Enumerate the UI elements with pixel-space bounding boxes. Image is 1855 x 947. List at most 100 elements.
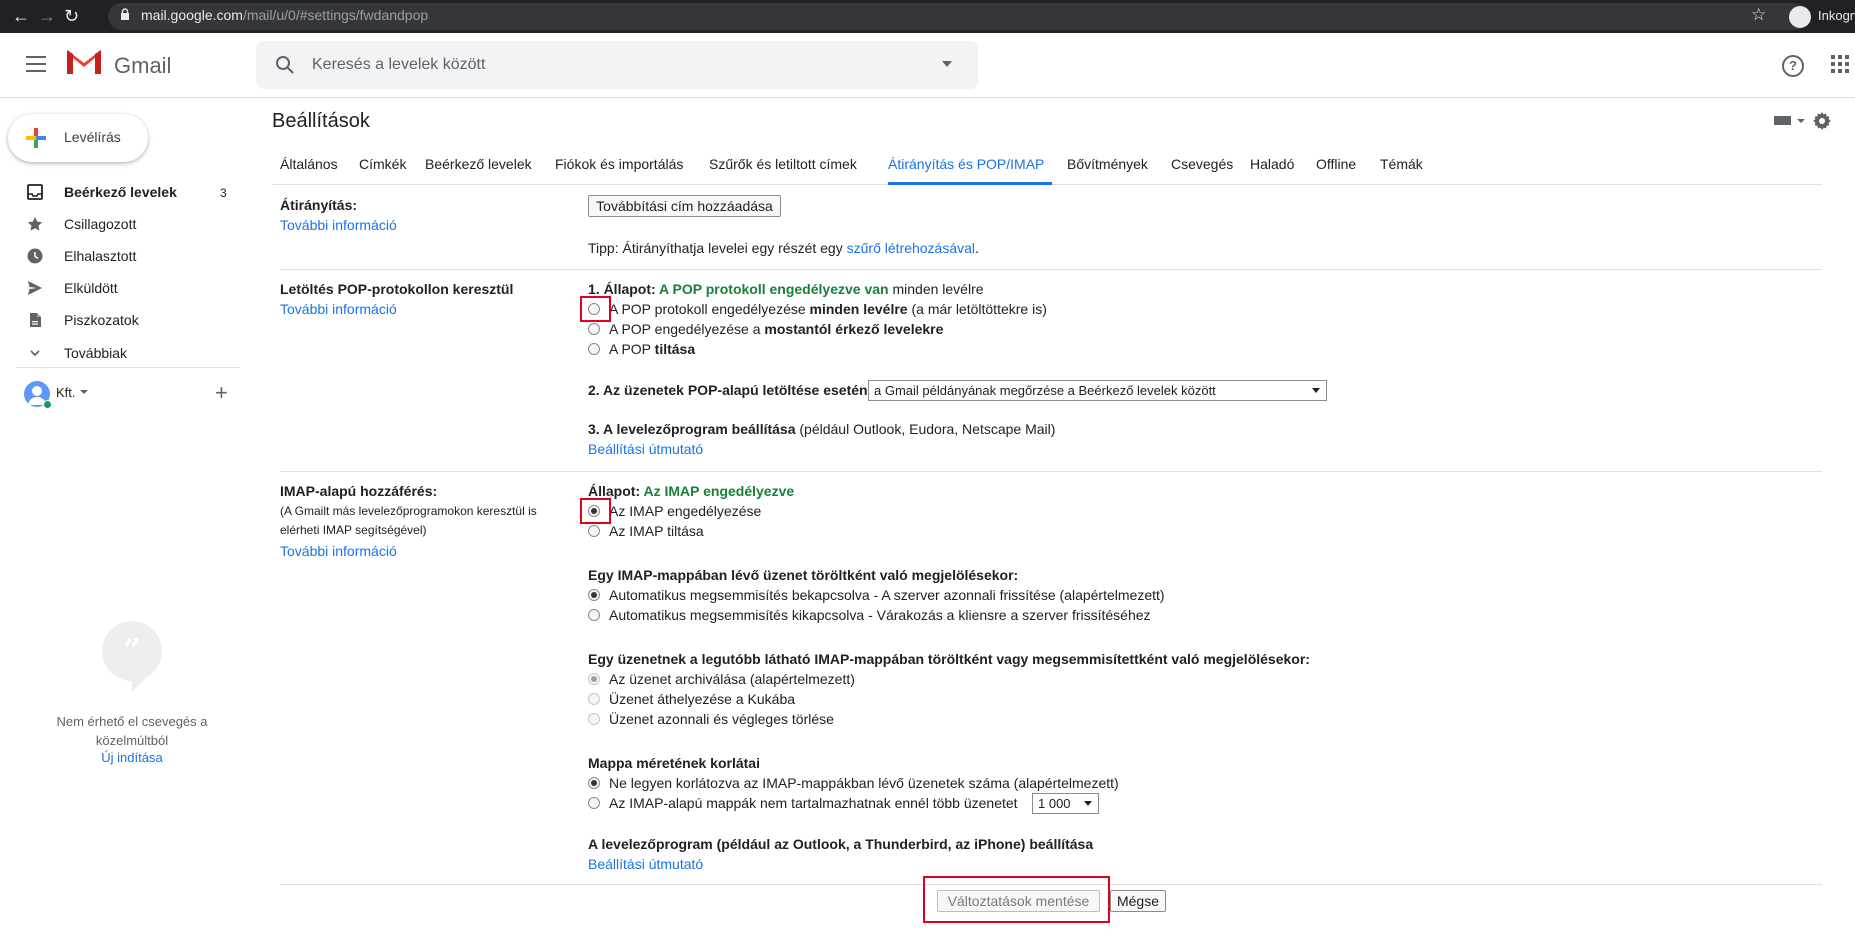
main-menu-icon[interactable] — [26, 56, 46, 72]
imap-description-line2: elérheti IMAP segítségével) — [280, 523, 427, 537]
imap-description-line1: (A Gmailt más levelezőprogramokon keresz… — [280, 504, 537, 518]
sidebar-item-label: Elküldött — [64, 280, 118, 296]
incognito-icon[interactable] — [1789, 6, 1811, 28]
active-tab-indicator — [888, 182, 1052, 185]
no-folder-limit-radio[interactable] — [588, 777, 600, 789]
pop-client-suffix: (például Outlook, Eudora, Netscape Mail) — [795, 421, 1056, 437]
gear-icon[interactable] — [1812, 111, 1832, 131]
back-icon[interactable]: ← — [12, 6, 30, 27]
input-tools-caret-icon[interactable] — [1797, 119, 1805, 123]
pop-status-suffix: minden levélre — [888, 281, 984, 297]
hangouts-user-name[interactable]: Kft. — [56, 385, 76, 400]
add-contact-icon[interactable]: + — [215, 380, 228, 406]
archive-message-label[interactable]: Az üzenet archiválása (alapértelmezett) — [609, 671, 855, 687]
bookmark-star-icon[interactable]: ☆ — [1751, 5, 1766, 25]
tip-suffix: . — [975, 240, 979, 256]
auto-expunge-on-radio[interactable] — [588, 589, 600, 601]
keyboard-icon[interactable] — [1774, 116, 1791, 125]
imap-config-instructions-link[interactable]: Beállítási útmutató — [588, 856, 703, 872]
pop-client-label: 3. A levelezőprogram beállítása — [588, 421, 796, 437]
option-text: A POP engedélyezése a — [609, 321, 765, 337]
tab-labels[interactable]: Címkék — [359, 156, 406, 172]
help-icon[interactable]: ? — [1782, 55, 1804, 77]
tab-themes[interactable]: Témák — [1380, 156, 1423, 172]
imap-more-info-link[interactable]: További információ — [280, 543, 397, 559]
tab-general[interactable]: Általános — [280, 156, 338, 172]
cancel-button[interactable]: Mégse — [1110, 890, 1166, 912]
folder-limit-radio[interactable] — [588, 797, 600, 809]
pop-all-mail-label[interactable]: A POP protokoll engedélyezése minden lev… — [609, 301, 1047, 317]
search-input[interactable]: Keresés a levelek között — [312, 56, 485, 74]
pop-new-mail-label[interactable]: A POP engedélyezése a mostantól érkező l… — [609, 321, 943, 337]
sidebar-item-sent[interactable]: Elküldött — [0, 272, 240, 304]
pop-new-mail-radio[interactable] — [588, 323, 600, 335]
pop-config-instructions-link[interactable]: Beállítási útmutató — [588, 441, 703, 457]
create-filter-link[interactable]: szűrő létrehozásával — [847, 240, 975, 256]
forwarding-more-info-link[interactable]: További információ — [280, 217, 397, 233]
imap-disable-radio[interactable] — [588, 525, 600, 537]
compose-button[interactable]: Levélírás — [8, 114, 148, 162]
imap-expunge-label: Egy üzenetnek a legutóbb látható IMAP-ma… — [588, 651, 1310, 667]
search-bar[interactable]: Keresés a levelek között — [256, 41, 978, 89]
tab-accounts[interactable]: Fiókok és importálás — [555, 156, 683, 172]
lock-icon — [121, 8, 129, 20]
sidebar-item-label: Elhalasztott — [64, 248, 137, 264]
auto-expunge-on-label[interactable]: Automatikus megsemmisítés bekapcsolva - … — [609, 587, 1165, 603]
option-text: A POP — [609, 341, 655, 357]
auto-expunge-off-label[interactable]: Automatikus megsemmisítés kikapcsolva - … — [609, 607, 1151, 623]
compose-label: Levélírás — [64, 129, 121, 145]
gmail-header: Gmail Keresés a levelek között ? — [0, 33, 1855, 97]
delete-forever-label[interactable]: Üzenet azonnali és végleges törlése — [609, 711, 834, 727]
tab-advanced[interactable]: Haladó — [1250, 156, 1294, 172]
pop-action-value: a Gmail példányának megőrzése a Beérkező… — [874, 383, 1216, 398]
gmail-logo[interactable] — [64, 46, 104, 76]
delete-forever-radio[interactable] — [588, 713, 600, 725]
apps-grid-icon[interactable] — [1831, 55, 1849, 73]
folder-limit-label[interactable]: Az IMAP-alapú mappák nem tartalmazhatnak… — [609, 795, 1018, 811]
pop-disable-label[interactable]: A POP tiltása — [609, 341, 695, 357]
move-to-trash-label[interactable]: Üzenet áthelyezése a Kukába — [609, 691, 795, 707]
imap-enable-label[interactable]: Az IMAP engedélyezése — [609, 503, 761, 519]
sidebar-item-drafts[interactable]: Piszkozatok — [0, 304, 240, 336]
pop-more-info-link[interactable]: További információ — [280, 301, 397, 317]
tab-addons[interactable]: Bővítmények — [1067, 156, 1148, 172]
sidebar-item-inbox[interactable]: Beérkező levelek 3 — [0, 176, 240, 208]
sidebar-item-starred[interactable]: Csillagozott — [0, 208, 240, 240]
forward-icon[interactable]: → — [38, 6, 56, 27]
no-folder-limit-label[interactable]: Ne legyen korlátozva az IMAP-mappákban l… — [609, 775, 1119, 791]
imap-disable-label[interactable]: Az IMAP tiltása — [609, 523, 704, 539]
search-icon[interactable] — [274, 54, 296, 76]
tab-forwarding-pop-imap[interactable]: Átirányítás és POP/IMAP — [888, 156, 1044, 172]
start-chat-link[interactable]: Új indítása — [40, 750, 224, 765]
sidebar-item-label: Beérkező levelek — [64, 184, 177, 200]
tip-text: Tipp: Átirányíthatja levelei egy részét … — [588, 240, 847, 256]
tab-offline[interactable]: Offline — [1316, 156, 1356, 172]
pop-disable-radio[interactable] — [588, 343, 600, 355]
archive-message-radio[interactable] — [588, 673, 600, 685]
auto-expunge-off-radio[interactable] — [588, 609, 600, 621]
tab-filters[interactable]: Szűrők és letiltott címek — [709, 156, 857, 172]
profile-label[interactable]: Inkogn — [1818, 8, 1855, 23]
folder-limit-select[interactable]: 1 000 — [1032, 793, 1099, 814]
chevron-down-icon — [30, 350, 40, 357]
tab-chat[interactable]: Csevegés — [1171, 156, 1233, 172]
forwarding-tip: Tipp: Átirányíthatja levelei egy részét … — [588, 240, 979, 256]
annotation-highlight-save — [923, 876, 1110, 923]
forwarding-label: Átirányítás: — [280, 197, 358, 213]
tab-inbox[interactable]: Beérkező levelek — [425, 156, 532, 172]
clock-icon — [27, 248, 43, 264]
sidebar-item-snoozed[interactable]: Elhalasztott — [0, 240, 240, 272]
pop-status-value: A POP protokoll engedélyezve van — [659, 281, 889, 297]
sidebar-divider — [16, 367, 240, 368]
reload-icon[interactable]: ↻ — [64, 6, 79, 27]
send-icon — [28, 281, 42, 295]
search-options-dropdown-icon[interactable] — [942, 61, 952, 67]
add-forwarding-address-button[interactable]: Továbbítási cím hozzáadása — [588, 195, 781, 217]
option-bold-text: mostantól érkező levelekre — [764, 321, 944, 337]
move-to-trash-radio[interactable] — [588, 693, 600, 705]
pop-action-select[interactable]: a Gmail példányának megőrzése a Beérkező… — [868, 380, 1327, 401]
page-title: Beállítások — [272, 110, 370, 132]
sidebar-item-more[interactable]: Továbbiak — [0, 337, 240, 369]
pop-when-accessed-label: 2. Az üzenetek POP-alapú letöltése eseté… — [588, 382, 868, 398]
status-caret-icon[interactable] — [80, 390, 88, 394]
